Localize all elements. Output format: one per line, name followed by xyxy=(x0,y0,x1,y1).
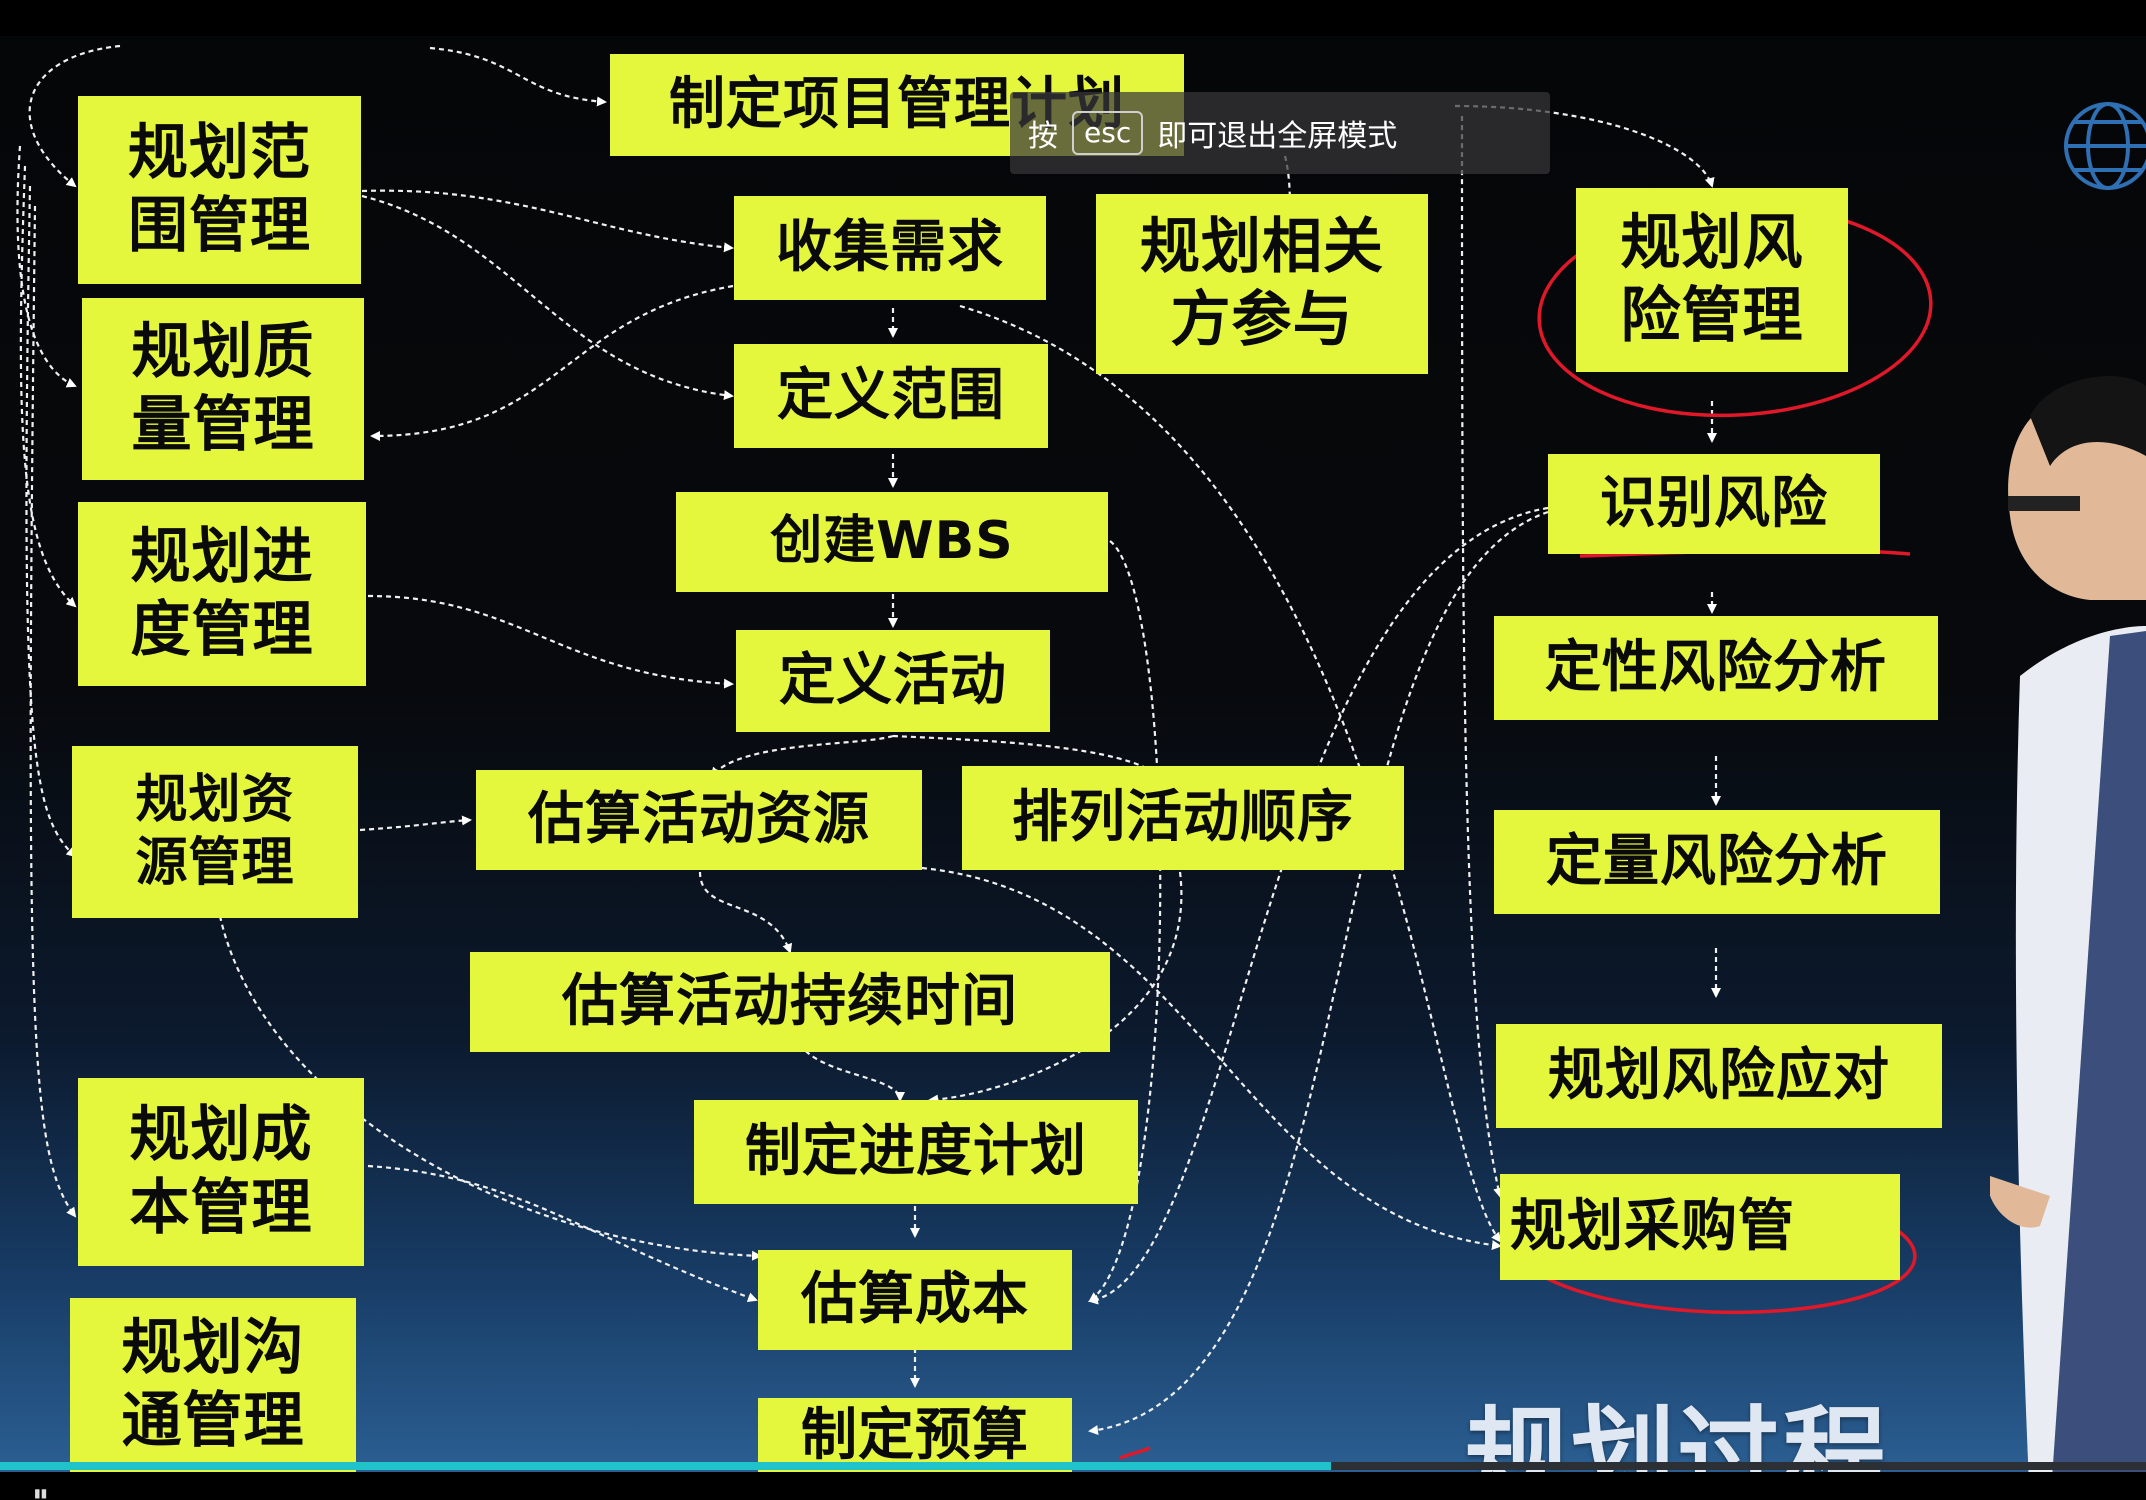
box-estimate-durations: 估算活动持续时间 xyxy=(470,952,1110,1052)
box-label: 估算活动持续时间 xyxy=(562,968,1018,1034)
esc-key-badge: esc xyxy=(1072,111,1144,155)
box-label: 识别风险 xyxy=(1600,470,1828,536)
box-label: 估算活动资源 xyxy=(528,786,870,852)
box-label: 规划风险应对 xyxy=(1548,1042,1890,1108)
box-label: 规划相关方参与 xyxy=(1140,211,1384,355)
box-qualitative-risk: 定性风险分析 xyxy=(1494,616,1938,720)
esc-hint-prefix: 按 xyxy=(1028,119,1058,154)
box-label: 规划进度管理 xyxy=(130,521,314,665)
box-determine-budget: 制定预算 xyxy=(758,1398,1072,1472)
box-label: 规划采购管 xyxy=(1510,1193,1795,1259)
box-plan-communications: 规划沟通管理 xyxy=(70,1298,356,1472)
box-plan-resource: 规划资源管理 xyxy=(72,746,358,918)
box-plan-stakeholder: 规划相关方参与 xyxy=(1096,194,1428,374)
play-pause-icon[interactable]: ▮▮ xyxy=(34,1486,50,1500)
box-label: 规划资源管理 xyxy=(135,769,295,893)
esc-hint-suffix: 即可退出全屏模式 xyxy=(1157,119,1398,154)
box-label: 规划质量管理 xyxy=(131,316,315,460)
box-label: 收集需求 xyxy=(776,214,1004,280)
box-collect-requirements: 收集需求 xyxy=(734,196,1046,300)
box-plan-schedule: 规划进度管理 xyxy=(78,502,366,686)
box-label: 规划沟通管理 xyxy=(121,1312,305,1456)
video-frame[interactable]: 规划范围管理 规划质量管理 规划进度管理 规划资源管理 规划成本管理 规划沟通管… xyxy=(0,36,2146,1472)
box-label: 规划成本管理 xyxy=(129,1099,313,1243)
bottom-letterbox xyxy=(0,1472,2146,1496)
top-letterbox xyxy=(0,0,2146,36)
box-label: 规划范围管理 xyxy=(128,117,311,261)
presenter-figure xyxy=(1990,376,2146,1472)
box-label: 定量风险分析 xyxy=(1546,828,1888,894)
box-label: 排列活动顺序 xyxy=(1012,784,1354,850)
box-label: 估算成本 xyxy=(801,1266,1029,1332)
box-estimate-resources: 估算活动资源 xyxy=(476,770,922,870)
box-quantitative-risk: 定量风险分析 xyxy=(1494,810,1940,914)
box-sequence-activities: 排列活动顺序 xyxy=(962,766,1404,870)
box-label: 制定进度计划 xyxy=(745,1118,1087,1184)
box-define-activities: 定义活动 xyxy=(736,630,1050,732)
box-label: 规划风险管理 xyxy=(1620,207,1804,351)
globe-logo-icon xyxy=(2064,102,2146,190)
section-label: 规划过程组 xyxy=(1465,1395,1890,1472)
box-label: 定义活动 xyxy=(779,647,1007,713)
box-plan-quality: 规划质量管理 xyxy=(82,298,364,480)
box-plan-scope: 规划范围管理 xyxy=(78,96,361,284)
box-label: 定性风险分析 xyxy=(1545,634,1887,700)
box-label: 制定预算 xyxy=(801,1403,1029,1468)
video-progress-fill xyxy=(0,1462,1331,1470)
video-progress-bar[interactable] xyxy=(0,1462,2146,1470)
box-label: 定义范围 xyxy=(777,362,1005,428)
box-plan-cost: 规划成本管理 xyxy=(78,1078,364,1266)
fullscreen-exit-hint: 按 esc 即可退出全屏模式 xyxy=(1010,92,1550,174)
box-create-wbs: 创建WBS xyxy=(676,492,1108,592)
box-estimate-costs: 估算成本 xyxy=(758,1250,1072,1350)
box-define-scope: 定义范围 xyxy=(734,344,1048,448)
box-develop-schedule: 制定进度计划 xyxy=(694,1100,1138,1204)
box-plan-procurement: 规划采购管 xyxy=(1500,1174,1900,1280)
box-identify-risks: 识别风险 xyxy=(1548,454,1880,554)
box-label: 创建WBS xyxy=(770,511,1014,572)
box-plan-risk: 规划风险管理 xyxy=(1576,188,1848,372)
box-plan-risk-responses: 规划风险应对 xyxy=(1496,1024,1942,1128)
